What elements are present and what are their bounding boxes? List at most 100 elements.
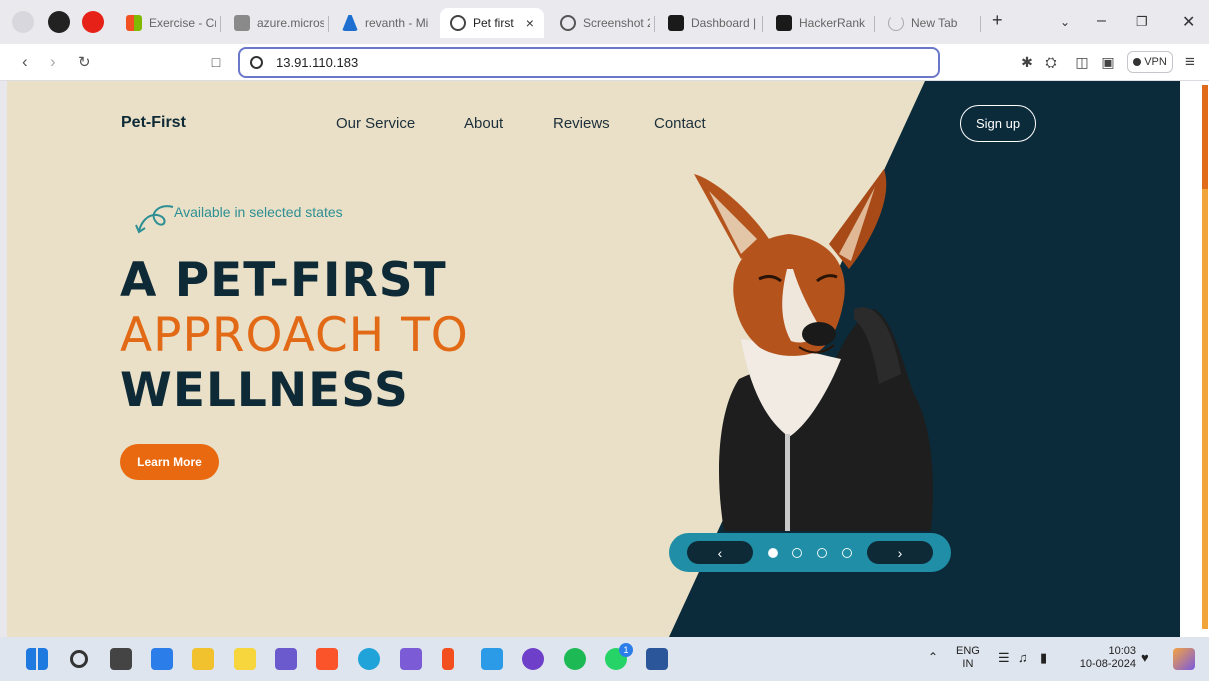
wallet-icon[interactable]: ▣ (1100, 54, 1116, 70)
tab-divider (654, 16, 655, 32)
paint-icon[interactable] (275, 648, 297, 670)
tab-screenshot[interactable]: Screenshot 2 (550, 8, 650, 38)
restore-window-icon[interactable]: ❐ (1136, 14, 1148, 30)
close-tab-icon[interactable]: × (526, 15, 534, 31)
nav-our-service[interactable]: Our Service (336, 115, 415, 132)
store-icon[interactable] (151, 648, 173, 670)
back-icon[interactable]: ‹ (22, 52, 28, 72)
carousel-dot[interactable] (817, 548, 827, 558)
github-desktop-icon[interactable] (522, 648, 544, 670)
reload-icon[interactable]: ↻ (78, 53, 91, 71)
nav-contact[interactable]: Contact (654, 115, 706, 132)
region-code: IN (962, 658, 974, 670)
learn-more-button[interactable]: Learn More (120, 444, 219, 480)
language-code: ENG (956, 645, 980, 657)
language-indicator[interactable]: ENG IN (956, 645, 980, 671)
address-bar[interactable]: 13.91.110.183 (238, 47, 940, 78)
close-window-icon[interactable]: ✕ (1182, 12, 1195, 32)
carousel-prev-button[interactable]: ‹ (687, 541, 753, 564)
browser-settings-icon[interactable] (12, 11, 34, 33)
browser-toolbar: ‹ › ↻ □ 13.91.110.183 ✱ ⛭ ◫ ▣ VPN ≡ (0, 44, 1209, 81)
sidebar-icon[interactable]: ◫ (1074, 54, 1090, 70)
clock-date: 10-08-2024 (1079, 658, 1136, 670)
figma-icon[interactable] (442, 648, 454, 670)
search-icon[interactable] (70, 650, 88, 668)
minimize-window-icon[interactable]: – (1097, 12, 1106, 30)
hackerrank-icon (668, 15, 684, 31)
tab-label: HackerRank (799, 16, 866, 30)
url-text: 13.91.110.183 (276, 55, 359, 70)
file-explorer-icon[interactable] (192, 648, 214, 670)
carousel-dot[interactable] (768, 548, 778, 558)
availability-tagline: Available in selected states (174, 204, 343, 220)
tab-hackerrank[interactable]: HackerRank (766, 8, 870, 38)
tab-divider (328, 16, 329, 32)
tab-dashboard[interactable]: Dashboard | (658, 8, 758, 38)
brave-browser-icon[interactable] (316, 648, 338, 670)
youtube-music-pinned-tab-icon[interactable] (82, 11, 104, 33)
tab-exercise[interactable]: Exercise - Cr (116, 8, 216, 38)
vscode-icon[interactable] (481, 648, 503, 670)
site-logo[interactable]: Pet-First (121, 114, 186, 132)
copilot-icon[interactable] (1173, 648, 1195, 670)
github-pinned-tab-icon[interactable] (48, 11, 70, 33)
chevron-down-icon[interactable]: ⌄ (1060, 15, 1070, 29)
microsoft-grey-icon (234, 15, 250, 31)
tab-divider (874, 16, 875, 32)
loading-icon (888, 15, 904, 31)
carousel-dot[interactable] (792, 548, 802, 558)
vpn-label: VPN (1144, 56, 1167, 68)
extensions-puzzle-icon[interactable]: ⛭ (1043, 54, 1059, 70)
battery-icon[interactable]: ▮ (1040, 651, 1047, 664)
nav-reviews[interactable]: Reviews (553, 115, 610, 132)
headline-line-1: A PET-FIRST (120, 253, 447, 308)
sign-up-button[interactable]: Sign up (960, 105, 1036, 142)
whatsapp-badge: 1 (619, 643, 633, 657)
tab-label: Pet first (473, 16, 514, 30)
scrollbar-track (1202, 189, 1208, 629)
sticky-notes-icon[interactable] (234, 648, 256, 670)
headline-line-3: WELLNESS (120, 363, 409, 418)
page-viewport: Pet-First Our Service About Reviews Cont… (7, 81, 1180, 637)
task-view-icon[interactable] (110, 648, 132, 670)
tab-label: revanth - Mi (365, 16, 429, 30)
new-tab-button[interactable]: + (992, 10, 1003, 31)
tab-pet-first[interactable]: Pet first × (440, 8, 544, 38)
microsoft-icon (126, 15, 142, 31)
volume-muted-icon[interactable]: ♫ (1018, 651, 1028, 664)
nav-about[interactable]: About (464, 115, 503, 132)
tab-revanth[interactable]: revanth - Mi (332, 8, 434, 38)
hero-headline: A PET-FIRST APPROACH TO WELLNESS (120, 253, 469, 418)
menu-icon[interactable]: ≡ (1182, 53, 1198, 70)
tab-label: Screenshot 2 (583, 16, 650, 30)
globe-icon (560, 15, 576, 31)
scrollbar-thumb[interactable] (1202, 85, 1208, 189)
bookmark-icon[interactable]: □ (208, 54, 224, 70)
spotify-icon[interactable] (564, 648, 586, 670)
word-icon[interactable] (646, 648, 668, 670)
wifi-icon[interactable]: ☰ (998, 651, 1010, 664)
clock[interactable]: 10:03 10-08-2024 (1072, 645, 1136, 671)
dog-in-hoodie-image (694, 169, 934, 531)
vpn-button[interactable]: VPN (1127, 51, 1173, 73)
forward-icon[interactable]: › (50, 52, 56, 72)
obsidian-icon[interactable] (400, 648, 422, 670)
tab-new-tab[interactable]: New Tab (878, 8, 974, 38)
edge-icon[interactable] (358, 648, 380, 670)
browser-tab-strip: Exercise - Cr azure.micros revanth - Mi … (0, 0, 1209, 44)
vpn-shield-icon (1133, 58, 1142, 66)
tray-chevron-up-icon[interactable]: ⌃ (928, 651, 938, 664)
page-scrollbar[interactable] (1180, 81, 1209, 637)
clock-time: 10:03 (1108, 645, 1136, 657)
notifications-bell-icon[interactable]: ♥ (1141, 651, 1149, 664)
azure-icon (342, 15, 358, 31)
headline-line-2: APPROACH TO (120, 308, 469, 363)
hackerrank-icon (776, 15, 792, 31)
carousel-next-button[interactable]: › (867, 541, 933, 564)
carousel-dot[interactable] (842, 548, 852, 558)
site-info-icon[interactable] (250, 56, 263, 69)
windows-start-icon[interactable] (26, 648, 48, 670)
tab-label: Dashboard | (691, 16, 757, 30)
extension-bug-icon[interactable]: ✱ (1019, 54, 1035, 70)
tab-azure[interactable]: azure.micros (224, 8, 324, 38)
